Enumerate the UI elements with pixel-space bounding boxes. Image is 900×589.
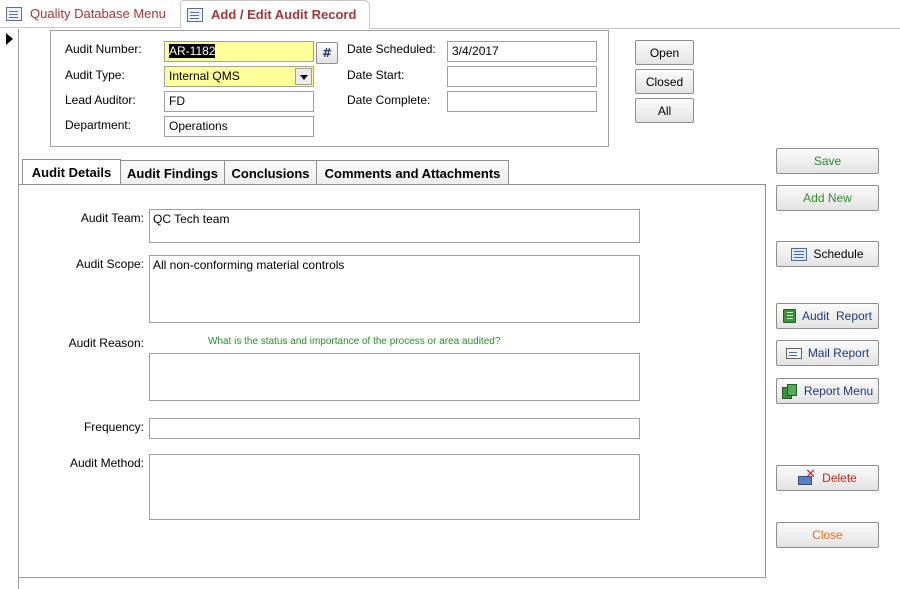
date-scheduled-label: Date Scheduled: xyxy=(347,42,436,56)
add-new-button-label: Add New xyxy=(803,191,852,205)
audit-method-field[interactable] xyxy=(149,454,640,520)
report-menu-button[interactable]: Report Menu xyxy=(776,378,879,404)
audit-scope-value: All non-conforming material controls xyxy=(153,258,345,272)
reports-icon xyxy=(781,383,798,399)
doc-tab-label: Add / Edit Audit Record xyxy=(211,7,357,22)
date-scheduled-value: 3/4/2017 xyxy=(452,44,499,58)
audit-scope-field[interactable]: All non-conforming material controls xyxy=(149,255,640,323)
filter-open-button[interactable]: Open xyxy=(635,40,694,65)
audit-number-value: AR-1182 xyxy=(169,44,216,58)
tab-conclusions[interactable]: Conclusions xyxy=(224,160,317,185)
chevron-down-icon[interactable] xyxy=(295,68,312,85)
date-complete-label: Date Complete: xyxy=(347,93,431,107)
form-icon xyxy=(6,6,22,21)
lead-auditor-value: FD xyxy=(169,94,185,108)
frequency-field[interactable] xyxy=(149,418,640,439)
save-button-label: Save xyxy=(813,154,842,168)
delete-button-label: Delete xyxy=(822,471,857,485)
department-label: Department: xyxy=(65,118,132,132)
audit-reason-field[interactable] xyxy=(149,353,640,401)
department-field[interactable]: Operations xyxy=(164,116,314,137)
report-menu-button-label: Report Menu xyxy=(803,384,874,398)
mail-icon xyxy=(785,347,802,359)
form-icon xyxy=(187,7,203,22)
tab-audit-findings[interactable]: Audit Findings xyxy=(120,160,225,185)
tab-comments-and-attachments[interactable]: Comments and Attachments xyxy=(316,160,509,185)
close-button-label: Close xyxy=(812,528,843,542)
audit-report-button-label: Audit Report xyxy=(801,309,873,323)
audit-reason-label: Audit Reason: xyxy=(68,336,144,350)
doc-tab-add-edit-audit-record[interactable]: Add / Edit Audit Record xyxy=(180,0,370,28)
generate-number-button[interactable]: # xyxy=(316,42,338,64)
date-start-field[interactable] xyxy=(447,66,597,87)
report-icon xyxy=(782,309,796,323)
audit-type-label: Audit Type: xyxy=(65,68,125,82)
audit-scope-label: Audit Scope: xyxy=(75,257,144,271)
date-start-label: Date Start: xyxy=(347,68,405,82)
form-bottom-divider xyxy=(18,577,766,578)
doc-tab-quality-database-menu[interactable]: Quality Database Menu xyxy=(0,0,180,28)
audit-team-label: Audit Team: xyxy=(80,211,144,225)
schedule-button-label: Schedule xyxy=(813,247,864,261)
delete-button[interactable]: Delete xyxy=(776,465,879,491)
calendar-form-icon xyxy=(791,247,808,261)
date-scheduled-field[interactable]: 3/4/2017 xyxy=(447,41,597,62)
doc-tab-label: Quality Database Menu xyxy=(30,6,166,21)
record-selector[interactable] xyxy=(0,29,19,589)
lead-auditor-field[interactable]: FD xyxy=(164,91,314,112)
department-value: Operations xyxy=(169,119,228,133)
audit-type-value: Internal QMS xyxy=(169,69,240,83)
audit-type-combo[interactable]: Internal QMS xyxy=(164,66,314,87)
current-record-arrow-icon xyxy=(6,33,13,45)
audit-number-field[interactable]: AR-1182 xyxy=(164,41,314,62)
filter-closed-button[interactable]: Closed xyxy=(635,69,694,94)
save-button[interactable]: Save xyxy=(776,148,879,174)
schedule-button[interactable]: Schedule xyxy=(776,241,879,267)
mail-report-button-label: Mail Report xyxy=(807,346,870,360)
audit-report-button[interactable]: Audit Report xyxy=(776,303,879,329)
mail-report-button[interactable]: Mail Report xyxy=(776,340,879,366)
tab-strip-line xyxy=(370,28,900,29)
filter-all-button[interactable]: All xyxy=(635,98,694,123)
date-complete-field[interactable] xyxy=(447,91,597,112)
close-button[interactable]: Close xyxy=(776,522,879,548)
tab-audit-details[interactable]: Audit Details xyxy=(22,159,121,185)
audit-number-label: Audit Number: xyxy=(65,42,142,56)
delete-record-icon xyxy=(798,467,816,485)
audit-reason-hint: What is the status and importance of the… xyxy=(208,336,501,347)
add-new-button[interactable]: Add New xyxy=(776,185,879,211)
audit-method-label: Audit Method: xyxy=(69,456,144,470)
audit-team-value: QC Tech team xyxy=(153,212,230,226)
lead-auditor-label: Lead Auditor: xyxy=(65,93,136,107)
audit-team-field[interactable]: QC Tech team xyxy=(149,209,640,243)
frequency-label: Frequency: xyxy=(83,420,144,434)
